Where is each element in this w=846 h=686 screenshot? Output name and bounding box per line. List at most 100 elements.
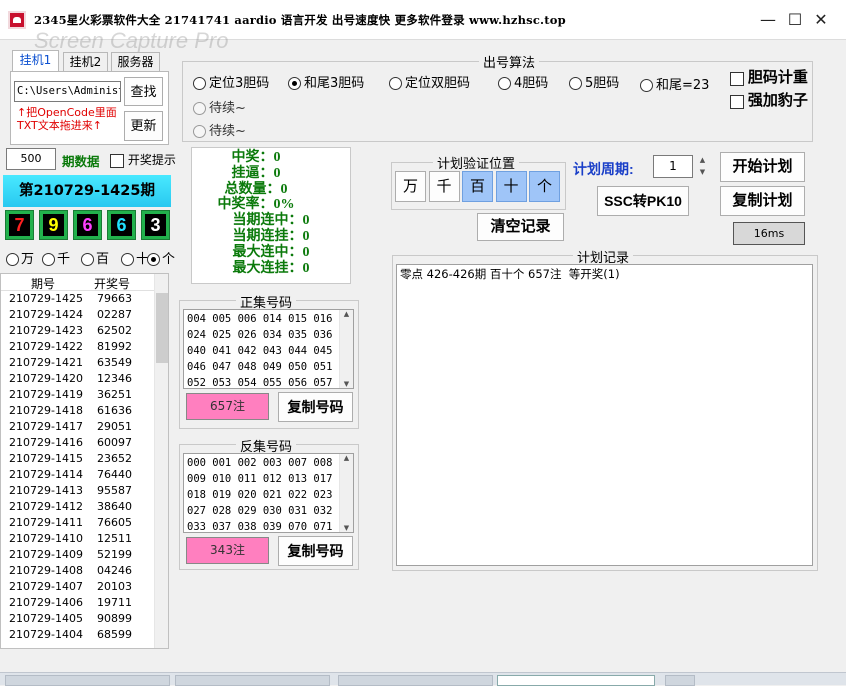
history-row[interactable]: 210729-1422 81992: [1, 339, 154, 355]
tab-guaji1[interactable]: 挂机1: [12, 50, 59, 72]
history-row[interactable]: 210729-1404 68599: [1, 627, 154, 643]
scroll-up-icon[interactable]: ▲: [340, 310, 353, 318]
history-col-number: 开奖号: [94, 277, 131, 291]
algo-option-radio[interactable]: 和尾=23: [640, 74, 709, 93]
history-row[interactable]: 210729-1415 23652: [1, 451, 154, 467]
leopard-label: 强加豹子: [747, 92, 808, 109]
history-number: 62502: [97, 324, 132, 337]
plan-cycle-label: 计划周期:: [573, 161, 634, 177]
negative-scrollbar[interactable]: ▲ ▼: [339, 454, 353, 532]
algo-option-label: 待续~: [209, 124, 246, 139]
history-row[interactable]: 210729-1409 52199: [1, 547, 154, 563]
history-row[interactable]: 210729-1418 61636: [1, 403, 154, 419]
periods-input[interactable]: 500: [6, 148, 56, 170]
history-number: 76440: [97, 468, 132, 481]
position-radio[interactable]: 个: [147, 248, 175, 267]
radio-circle: [6, 253, 19, 266]
tab-server[interactable]: 服务器: [111, 52, 160, 72]
position-radio[interactable]: 千: [42, 248, 70, 267]
cycle-down-arrow-icon[interactable]: ▼: [696, 167, 709, 178]
verify-group-title: 计划验证位置: [433, 153, 520, 172]
history-row[interactable]: 210729-1410 12511: [1, 531, 154, 547]
path-input[interactable]: C:\Users\Administ: [14, 81, 121, 102]
history-period: 210729-1425: [9, 292, 83, 305]
taskbar: [0, 672, 846, 686]
dedupe-checkbox[interactable]: 胆码计重: [730, 66, 808, 87]
close-button[interactable]: ✕: [808, 8, 834, 32]
history-number: 36251: [97, 388, 132, 401]
algo-option-radio[interactable]: 定位3胆码: [193, 72, 269, 91]
algo-option-radio[interactable]: 待续~: [193, 97, 246, 116]
checkbox-box: [110, 153, 124, 168]
history-row[interactable]: 210729-1423 62502: [1, 323, 154, 339]
algo-option-radio[interactable]: 4胆码: [498, 72, 548, 91]
history-row[interactable]: 210729-1405 90899: [1, 611, 154, 627]
history-row[interactable]: 210729-1419 36251: [1, 387, 154, 403]
positive-code-row: 024 025 026 034 035 036: [187, 329, 333, 341]
leopard-checkbox[interactable]: 强加豹子: [730, 89, 808, 110]
position-radio[interactable]: 百: [81, 248, 109, 267]
lottery-notify-checkbox[interactable]: 开奖提示: [110, 151, 176, 168]
positive-code-list[interactable]: 004 005 006 014 015 016 024 025 026 034 0…: [183, 309, 354, 389]
ssc-to-pk10-button[interactable]: SSC转PK10: [597, 186, 689, 216]
update-button[interactable]: 更新: [124, 111, 163, 141]
history-row[interactable]: 210729-1406 19711: [1, 595, 154, 611]
history-row[interactable]: 210729-1413 95587: [1, 483, 154, 499]
copy-positive-button[interactable]: 复制号码: [278, 392, 353, 422]
minimize-button[interactable]: —: [755, 8, 781, 32]
clear-log-button[interactable]: 清空记录: [477, 213, 564, 241]
verify-position-button[interactable]: 百: [462, 171, 493, 202]
cycle-up-arrow-icon[interactable]: ▲: [696, 155, 709, 166]
taskbar-item[interactable]: [497, 675, 655, 686]
draw-digits: 79663: [5, 210, 172, 241]
maximize-button[interactable]: ☐: [782, 8, 808, 32]
history-scrollbar[interactable]: [154, 274, 168, 648]
draw-digit: 9: [39, 210, 68, 240]
watermark-text: Screen Capture Pro: [34, 28, 229, 53]
verify-position-button[interactable]: 个: [529, 171, 560, 202]
history-row[interactable]: 210729-1414 76440: [1, 467, 154, 483]
history-scroll-thumb[interactable]: [156, 293, 168, 363]
history-row[interactable]: 210729-1407 20103: [1, 579, 154, 595]
plan-cycle-input[interactable]: 1: [653, 155, 693, 178]
taskbar-item[interactable]: [5, 675, 170, 686]
history-row[interactable]: 210729-1417 29051: [1, 419, 154, 435]
draw-digit: 6: [73, 210, 102, 240]
verify-position-button[interactable]: 万: [395, 171, 426, 202]
negative-code-list[interactable]: 000 001 002 003 007 008 009 010 011 012 0…: [183, 453, 354, 533]
positive-scrollbar[interactable]: ▲ ▼: [339, 310, 353, 388]
algo-option-radio[interactable]: 定位双胆码: [389, 72, 470, 91]
lookup-button[interactable]: 查找: [124, 77, 163, 106]
history-row[interactable]: 210729-1416 60097: [1, 435, 154, 451]
history-row[interactable]: 210729-1412 38640: [1, 499, 154, 515]
radio-circle: [288, 77, 301, 90]
history-row[interactable]: 210729-1411 76605: [1, 515, 154, 531]
scroll-down-icon[interactable]: ▼: [340, 524, 353, 532]
taskbar-item[interactable]: [665, 675, 695, 686]
taskbar-item[interactable]: [175, 675, 330, 686]
history-row[interactable]: 210729-1424 02287: [1, 307, 154, 323]
history-number: 76605: [97, 516, 132, 529]
copy-negative-button[interactable]: 复制号码: [278, 536, 353, 566]
algo-option-radio[interactable]: 待续~: [193, 120, 246, 139]
algo-option-radio[interactable]: 5胆码: [569, 72, 619, 91]
history-row[interactable]: 210729-1408 04246: [1, 563, 154, 579]
scroll-up-icon[interactable]: ▲: [340, 454, 353, 462]
verify-position-button[interactable]: 千: [428, 171, 460, 202]
verify-position-button[interactable]: 十: [495, 171, 527, 202]
history-row[interactable]: 210729-1420 12346: [1, 371, 154, 387]
algo-option-radio[interactable]: 和尾3胆码: [288, 72, 364, 91]
history-row[interactable]: 210729-1421 63549: [1, 355, 154, 371]
tab-guaji2[interactable]: 挂机2: [63, 52, 108, 72]
history-number: 12346: [97, 372, 132, 385]
history-list[interactable]: 期号 开奖号 210729-1425 79663 210729-1424 02287 2…: [0, 273, 169, 649]
scroll-down-icon[interactable]: ▼: [340, 380, 353, 388]
plan-log[interactable]: 零点 426-426期 百十个 657注 等开奖(1): [396, 264, 813, 566]
position-radio[interactable]: 万: [6, 248, 34, 267]
taskbar-item[interactable]: [338, 675, 493, 686]
position-radio[interactable]: 十: [121, 248, 149, 267]
positive-code-row: 052 053 054 055 056 057: [187, 377, 333, 389]
history-row[interactable]: 210729-1425 79663: [1, 291, 154, 307]
copy-plan-button[interactable]: 复制计划: [720, 186, 805, 216]
start-plan-button[interactable]: 开始计划: [720, 152, 805, 182]
